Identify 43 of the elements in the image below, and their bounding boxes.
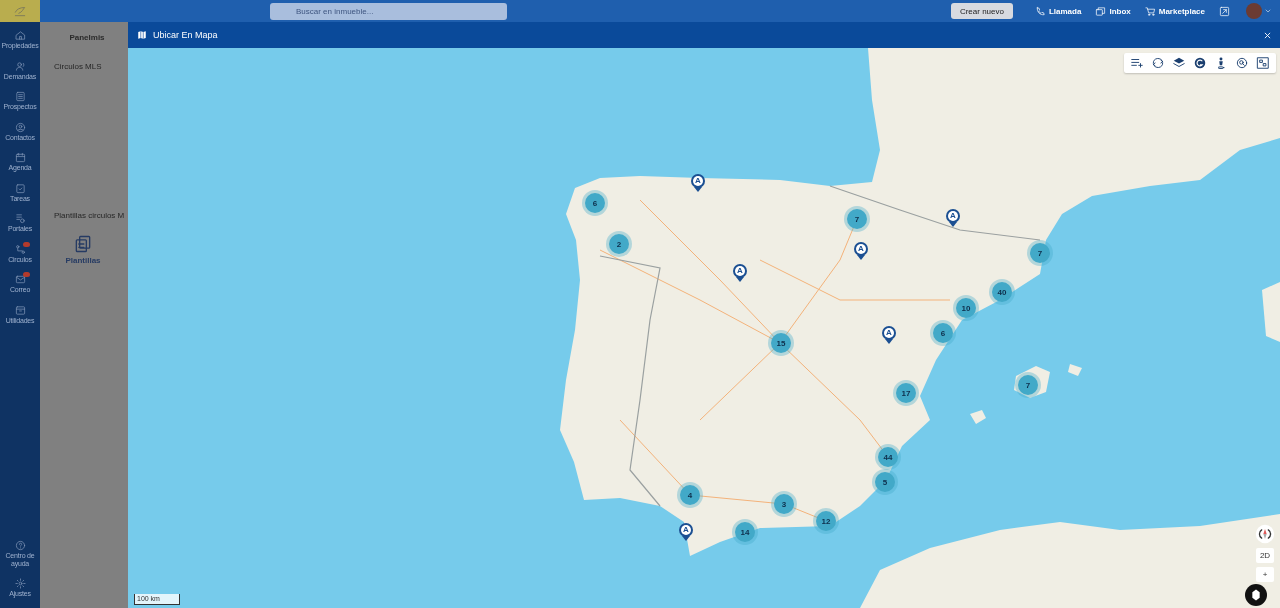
help-icon <box>14 539 26 551</box>
layers-icon[interactable] <box>1172 56 1186 70</box>
mail-icon <box>14 274 26 285</box>
modal-title: Ubicar En Mapa <box>153 30 218 40</box>
map-icon <box>137 30 147 40</box>
logo-icon <box>13 4 27 18</box>
calendar-icon <box>14 152 26 163</box>
compass-icon[interactable] <box>1255 524 1275 544</box>
windows-icon <box>1095 5 1107 17</box>
home-icon <box>14 30 26 41</box>
cluster-marker[interactable]: 14 <box>735 522 755 542</box>
search-icon[interactable] <box>1235 56 1249 70</box>
action-link[interactable]: Marketplace <box>1144 5 1205 17</box>
logo-tile[interactable] <box>0 0 40 22</box>
archive-icon <box>14 304 26 316</box>
zoom-in-button[interactable]: + <box>1256 567 1274 582</box>
cluster-marker[interactable]: 5 <box>875 472 895 492</box>
list-icon <box>14 91 26 102</box>
action-link[interactable]: Inbox <box>1095 5 1131 17</box>
external-link-icon[interactable] <box>1219 5 1230 17</box>
cycle-icon[interactable] <box>1151 56 1165 70</box>
cluster-marker[interactable]: 7 <box>1030 243 1050 263</box>
user-icon <box>14 121 26 133</box>
close-icon[interactable] <box>1263 30 1272 40</box>
list-add-icon[interactable] <box>1130 56 1144 70</box>
create-button[interactable]: Crear nuevo <box>950 3 1013 19</box>
cart-icon <box>1144 5 1156 17</box>
hexagon-button-icon[interactable] <box>1245 584 1267 606</box>
section-heading: Circulos MLS <box>53 62 103 71</box>
caret-icon[interactable] <box>1264 7 1272 15</box>
panel-title: Panelmis <box>68 33 106 42</box>
settings-icon <box>14 577 26 589</box>
task-icon <box>14 182 26 194</box>
search-field[interactable]: Buscar en inmueble... <box>270 2 507 20</box>
documents-icon <box>73 234 93 254</box>
network-icon <box>14 243 26 255</box>
fullscreen-icon[interactable] <box>1256 56 1270 70</box>
action-link[interactable]: Llamada <box>1034 5 1082 17</box>
cluster-marker[interactable]: 12 <box>816 511 836 531</box>
phone-icon <box>1034 5 1046 17</box>
section-heading: Plantillas circulos M <box>53 211 126 220</box>
view-mode-button[interactable]: 2D <box>1256 548 1274 563</box>
people-icon <box>14 60 26 72</box>
